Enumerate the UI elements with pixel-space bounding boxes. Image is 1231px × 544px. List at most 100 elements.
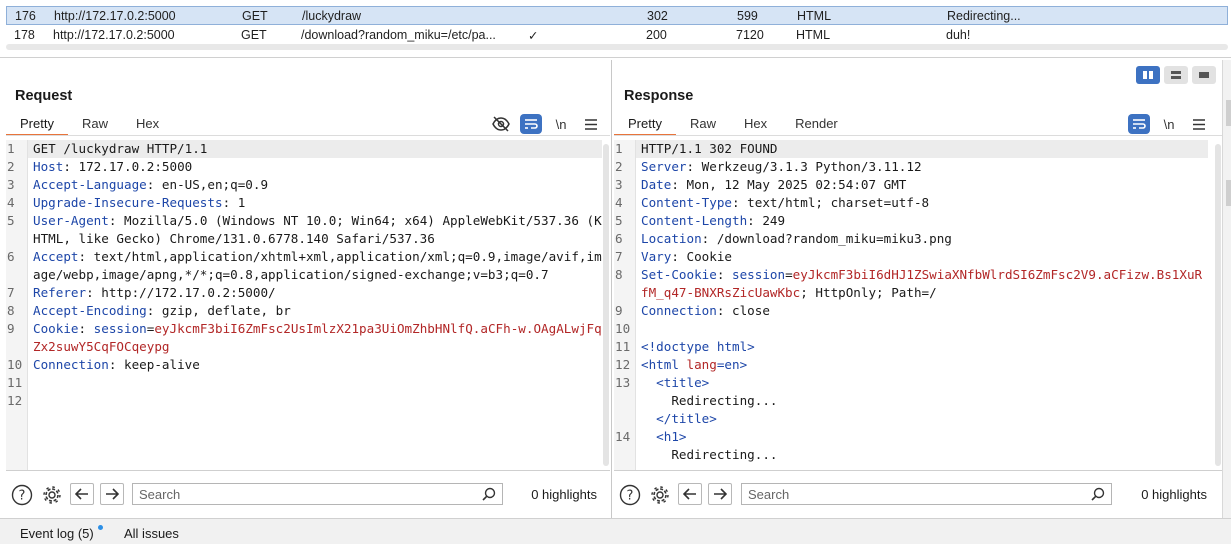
history-horizontal-scrollbar[interactable]: [6, 44, 1228, 50]
hide-eye-icon[interactable]: [490, 114, 512, 134]
next-arrow-icon[interactable]: [100, 483, 124, 505]
response-title: Response: [624, 88, 694, 104]
response-tab-hex[interactable]: Hex: [730, 112, 781, 136]
all-issues-tab[interactable]: All issues: [124, 526, 179, 541]
help-icon[interactable]: ?: [618, 483, 642, 507]
header-key: Connection: [33, 357, 109, 372]
response-search-input[interactable]: [742, 484, 1072, 504]
line-number: 1: [615, 141, 623, 156]
response-editor[interactable]: 1 HTTP/1.1 302 FOUND 2 Server: Werkzeug/3.1…: [614, 140, 1208, 470]
code-line: 3 Date: Mon, 12 May 2025 02:54:07 GMT: [614, 176, 1208, 194]
code-line: 12: [6, 392, 602, 410]
line-number: 11: [615, 339, 631, 354]
previous-arrow-icon[interactable]: [70, 483, 94, 505]
request-search-field: [132, 483, 503, 505]
line-number: 5: [615, 213, 623, 228]
search-icon: [482, 487, 496, 504]
code-token: :: [716, 267, 732, 282]
wrap-lines-icon[interactable]: [1128, 114, 1150, 134]
rail-marker: [1226, 180, 1231, 206]
line-number: 5: [7, 213, 15, 228]
history-row-176[interactable]: 176 http://172.17.0.2:5000 GET /luckydra…: [6, 6, 1228, 25]
help-icon[interactable]: ?: [10, 483, 34, 507]
code-line: 13 <title> Redirecting... </title>: [614, 374, 1208, 428]
tabs-underline: [6, 135, 610, 136]
code-line: 11 <!doctype html>: [614, 338, 1208, 356]
code-token: <!doctype html>: [641, 339, 755, 354]
code-line: 3 Accept-Language: en-US,en;q=0.9: [6, 176, 602, 194]
code-text: Set-Cookie: session=eyJkcmF3biI6dHJ1ZSwi…: [636, 266, 1208, 302]
code-line: 12 <html lang=en>: [614, 356, 1208, 374]
header-key: session: [732, 267, 786, 282]
header-key: Server: [641, 159, 687, 174]
header-key: Accept-Encoding: [33, 303, 147, 318]
event-log-tab[interactable]: Event log (5): [20, 526, 94, 541]
line-number: 8: [7, 303, 15, 318]
history-row-178[interactable]: 178 http://172.17.0.2:5000 GET /download…: [6, 26, 1228, 45]
code-text: Vary: Cookie: [636, 248, 1208, 266]
top-bottom-layout-icon[interactable]: [1164, 66, 1188, 84]
line-number: 13: [615, 375, 631, 390]
next-arrow-icon[interactable]: [708, 483, 732, 505]
code-text: <!doctype html>: [636, 338, 1208, 356]
code-text: Date: Mon, 12 May 2025 02:54:07 GMT: [636, 176, 1208, 194]
event-log-notification-dot: [98, 525, 103, 530]
code-text: Content-Type: text/html; charset=utf-8: [636, 194, 1208, 212]
response-vertical-scrollbar[interactable]: [1215, 144, 1221, 466]
request-tab-hex[interactable]: Hex: [122, 112, 173, 136]
previous-arrow-icon[interactable]: [678, 483, 702, 505]
code-text: Content-Length: 249: [636, 212, 1208, 230]
line-number: 10: [615, 321, 631, 336]
header-key: Accept-Language: [33, 177, 147, 192]
code-token: =en>: [716, 357, 748, 372]
code-token: : keep-alive: [108, 357, 200, 372]
row-host: http://172.17.0.2:5000: [54, 9, 176, 23]
panel-divider[interactable]: [611, 60, 612, 518]
header-key: Date: [641, 177, 672, 192]
code-token: ; HttpOnly; Path=/: [800, 285, 937, 300]
row-edited-check-icon: ✓: [528, 29, 539, 43]
wrap-lines-icon[interactable]: [520, 114, 542, 134]
tabs-layout-icon[interactable]: [1192, 66, 1216, 84]
newline-toggle-button[interactable]: \n: [550, 114, 572, 134]
code-text: Accept: text/html,application/xhtml+xml,…: [28, 248, 602, 284]
code-line: 5 Content-Length: 249: [614, 212, 1208, 230]
request-title: Request: [15, 88, 73, 104]
line-number: 6: [7, 249, 15, 264]
header-key: User-Agent: [33, 213, 109, 228]
row-status: 302: [647, 9, 668, 23]
request-editor[interactable]: 1 GET /luckydraw HTTP/1.1 2 Host: 172.17.0.…: [6, 140, 602, 470]
side-by-side-layout-icon[interactable]: [1136, 66, 1160, 84]
menu-icon[interactable]: [580, 114, 602, 134]
line-number: 2: [615, 159, 623, 174]
code-text: HTTP/1.1 302 FOUND: [636, 140, 1208, 158]
newline-toggle-button[interactable]: \n: [1158, 114, 1180, 134]
code-text: Server: Werkzeug/3.1.3 Python/3.11.12: [636, 158, 1208, 176]
menu-icon[interactable]: [1188, 114, 1210, 134]
line-number: 9: [7, 321, 15, 336]
request-search-input[interactable]: [133, 484, 463, 504]
response-tab-raw[interactable]: Raw: [676, 112, 730, 136]
code-token: <title>: [641, 375, 710, 390]
code-text: User-Agent: Mozilla/5.0 (Windows NT 10.0…: [28, 212, 602, 248]
code-line: 7 Vary: Cookie: [614, 248, 1208, 266]
code-token: : 249: [747, 213, 786, 228]
code-token: : /download?random_miku=miku3.png: [701, 231, 952, 246]
code-token: : gzip, deflate, br: [146, 303, 291, 318]
code-line: 14 <h1> Redirecting...: [614, 428, 1208, 464]
code-token: <h1>: [641, 429, 687, 444]
search-icon: [1091, 487, 1105, 504]
request-tab-raw[interactable]: Raw: [68, 112, 122, 136]
request-tab-pretty[interactable]: Pretty: [6, 112, 68, 136]
layout-view-toggle: [1136, 66, 1216, 84]
response-tab-pretty[interactable]: Pretty: [614, 112, 676, 136]
request-vertical-scrollbar[interactable]: [603, 144, 609, 466]
request-panel: Request Pretty Raw Hex \n 1 GET /luckydra…: [6, 60, 610, 518]
code-line: 4 Content-Type: text/html; charset=utf-8: [614, 194, 1208, 212]
settings-gear-icon[interactable]: [40, 483, 64, 507]
code-line: 8 Accept-Encoding: gzip, deflate, br: [6, 302, 602, 320]
response-tab-render[interactable]: Render: [781, 112, 852, 136]
settings-gear-icon[interactable]: [648, 483, 672, 507]
code-line: 2 Host: 172.17.0.2:5000: [6, 158, 602, 176]
